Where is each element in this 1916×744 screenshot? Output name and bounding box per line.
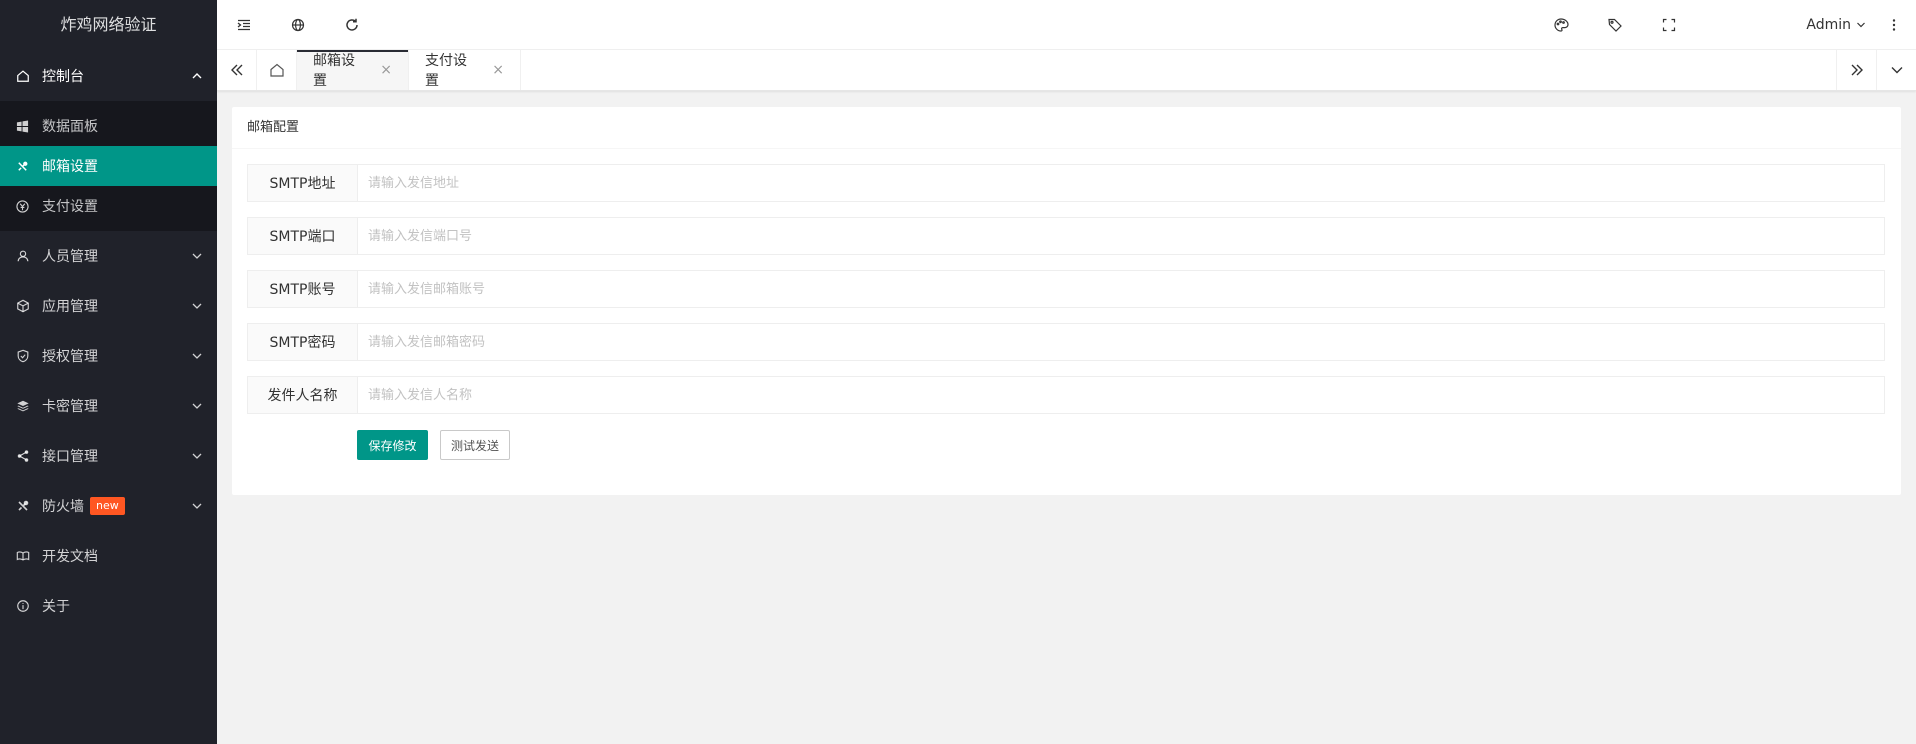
form-row-smtp-port: SMTP端口 — [247, 217, 1885, 255]
user-name: Admin — [1806, 17, 1851, 33]
sidebar-item-label: 控制台 — [42, 68, 84, 85]
refresh-button[interactable] — [325, 0, 379, 50]
sidebar-item-label: 卡密管理 — [42, 399, 98, 415]
sidebar-subitem-label: 支付设置 — [42, 199, 98, 215]
sidebar-item-label: 防火墙 — [42, 499, 84, 515]
tab-home[interactable] — [257, 50, 297, 90]
chevron-down-icon — [1857, 22, 1865, 28]
theme-button[interactable] — [1534, 0, 1588, 50]
yen-icon — [16, 199, 42, 213]
more-button[interactable] — [1872, 0, 1916, 50]
sidebar-item-console[interactable]: 控制台 — [0, 50, 217, 101]
sidebar-item-authorization[interactable]: 授权管理 — [0, 331, 217, 381]
indent-icon — [237, 19, 250, 31]
home-icon — [269, 63, 284, 77]
sidebar-item-label: 授权管理 — [42, 349, 98, 365]
chevron-down-icon — [192, 403, 202, 409]
sidebar-item-apps[interactable]: 应用管理 — [0, 281, 217, 331]
sidebar-item-label: 接口管理 — [42, 449, 98, 465]
share-icon — [16, 449, 42, 463]
sidebar-subitem-label: 邮箱设置 — [42, 159, 98, 175]
website-button[interactable] — [271, 0, 325, 50]
field-label: 发件人名称 — [247, 376, 357, 414]
palette-icon — [1554, 18, 1569, 32]
app-logo-title: 炸鸡网络验证 — [0, 0, 217, 50]
card-title: 邮箱配置 — [232, 107, 1901, 149]
chevron-down-icon — [192, 353, 202, 359]
sidebar-subitem-mail-settings[interactable]: 邮箱设置 — [0, 146, 217, 186]
chevron-down-icon — [192, 453, 202, 459]
double-chevron-right-icon — [1851, 64, 1863, 76]
sidebar-item-label: 人员管理 — [42, 249, 98, 265]
chevron-down-icon — [1891, 67, 1902, 74]
form-row-sender-name: 发件人名称 — [247, 376, 1885, 414]
smtp-port-input[interactable] — [357, 217, 1885, 255]
tabs-scroll-right-button[interactable] — [1836, 50, 1876, 90]
user-menu[interactable]: Admin — [1806, 0, 1866, 50]
tools-icon — [16, 160, 42, 173]
cube-icon — [16, 299, 42, 313]
double-chevron-left-icon — [230, 64, 242, 76]
globe-icon — [291, 18, 305, 32]
field-label: SMTP地址 — [247, 164, 357, 202]
tabs-menu-button[interactable] — [1876, 50, 1916, 90]
user-icon — [16, 249, 42, 263]
mail-config-card: 邮箱配置 SMTP地址 SMTP端口 SMTP账号 SMTP密码 发件人名称 保… — [232, 107, 1901, 495]
chevron-down-icon — [192, 253, 202, 259]
field-label: SMTP端口 — [247, 217, 357, 255]
tools-icon — [16, 499, 42, 513]
save-button[interactable]: 保存修改 — [357, 430, 428, 460]
form-row-smtp-host: SMTP地址 — [247, 164, 1885, 202]
test-send-button[interactable]: 测试发送 — [440, 430, 510, 460]
top-header: Admin — [217, 0, 1916, 50]
sidebar: 炸鸡网络验证 控制台 数据面板 邮箱设置 支付设置 人员管理 应用管理 授权管理… — [0, 0, 217, 744]
smtp-account-input[interactable] — [357, 270, 1885, 308]
sidebar-item-label: 应用管理 — [42, 299, 98, 315]
sidebar-item-label: 开发文档 — [42, 549, 98, 565]
sidebar-item-cards[interactable]: 卡密管理 — [0, 381, 217, 431]
chevron-down-icon — [192, 503, 202, 509]
sidebar-subitem-dashboard[interactable]: 数据面板 — [0, 106, 217, 146]
fullscreen-button[interactable] — [1642, 0, 1696, 50]
console-submenu: 数据面板 邮箱设置 支付设置 — [0, 101, 217, 231]
form-row-smtp-password: SMTP密码 — [247, 323, 1885, 361]
tab-mail-settings[interactable]: 邮箱设置 × — [297, 50, 409, 90]
sender-name-input[interactable] — [357, 376, 1885, 414]
sidebar-item-docs[interactable]: 开发文档 — [0, 531, 217, 581]
info-icon — [16, 599, 42, 613]
layers-icon — [16, 399, 42, 413]
collapse-sidebar-button[interactable] — [217, 0, 271, 50]
sidebar-subitem-label: 数据面板 — [42, 119, 98, 135]
tab-close-button[interactable]: × — [380, 62, 392, 78]
home-icon — [16, 69, 42, 83]
field-label: SMTP账号 — [247, 270, 357, 308]
sidebar-item-about[interactable]: 关于 — [0, 581, 217, 631]
smtp-password-input[interactable] — [357, 323, 1885, 361]
smtp-host-input[interactable] — [357, 164, 1885, 202]
tab-close-button[interactable]: × — [492, 62, 504, 78]
book-icon — [16, 549, 42, 563]
windows-icon — [16, 119, 42, 133]
tab-label: 邮箱设置 — [313, 53, 355, 89]
new-badge: new — [90, 497, 125, 515]
sidebar-item-label: 关于 — [42, 599, 70, 615]
notes-button[interactable] — [1588, 0, 1642, 50]
chevron-up-icon — [192, 72, 202, 78]
tab-payment-settings[interactable]: 支付设置 × — [409, 50, 521, 90]
tag-icon — [1608, 18, 1622, 32]
sidebar-subitem-payment-settings[interactable]: 支付设置 — [0, 186, 217, 226]
field-label: SMTP密码 — [247, 323, 357, 361]
more-vertical-icon — [1892, 19, 1896, 31]
refresh-icon — [346, 18, 358, 31]
tabs-scroll-left-button[interactable] — [217, 50, 257, 90]
sidebar-item-people[interactable]: 人员管理 — [0, 231, 217, 281]
fullscreen-icon — [1662, 18, 1676, 32]
sidebar-item-api[interactable]: 接口管理 — [0, 431, 217, 481]
sidebar-item-firewall[interactable]: 防火墙 new — [0, 481, 217, 531]
page-tabs-bar: 邮箱设置 × 支付设置 × — [217, 50, 1916, 91]
form-row-smtp-account: SMTP账号 — [247, 270, 1885, 308]
shield-icon — [16, 349, 42, 363]
chevron-down-icon — [192, 303, 202, 309]
tab-label: 支付设置 — [425, 53, 467, 89]
